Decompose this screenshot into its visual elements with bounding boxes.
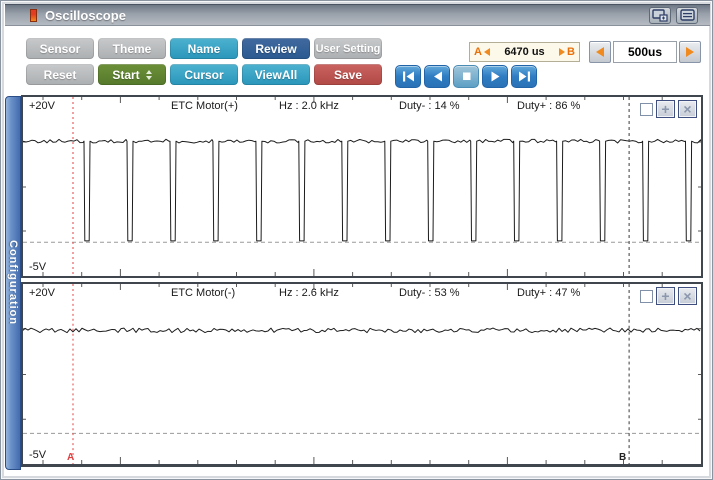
channel-2-vtop-label: +20V <box>29 287 55 299</box>
channel-1-close-button[interactable]: × <box>678 100 697 118</box>
tile-windows-button[interactable] <box>676 6 698 24</box>
titlebar-buttons <box>649 6 698 24</box>
right-arrow-icon <box>686 47 694 57</box>
skip-to-end-button[interactable] <box>511 65 537 88</box>
channel-2-name-label: ETC Motor(-) <box>171 287 236 299</box>
tile-windows-icon <box>679 9 695 21</box>
channel-2-plot[interactable] <box>23 284 701 464</box>
step-back-button[interactable] <box>424 65 450 88</box>
channel-1-controls: + × <box>640 100 697 118</box>
stop-icon <box>462 72 470 80</box>
ab-interval-readout: A 6470 us B <box>469 42 580 62</box>
channel-2-duty-minus-label: Duty- : 53 % <box>399 287 460 299</box>
channel-1-vtop-label: +20V <box>29 100 55 112</box>
configuration-tab[interactable]: Configuration <box>5 96 21 470</box>
cursor-button[interactable]: Cursor <box>170 64 238 85</box>
right-arrow-icon <box>559 48 566 56</box>
channel-1-plot[interactable] <box>23 97 701 276</box>
theme-button[interactable]: Theme <box>98 38 166 59</box>
skip-to-end-icon <box>518 71 530 82</box>
channel-1-duty-plus-label: Duty+ : 86 % <box>517 100 581 112</box>
play-icon <box>491 71 499 82</box>
reset-button[interactable]: Reset <box>26 64 94 85</box>
new-window-icon <box>652 8 668 22</box>
viewall-button[interactable]: ViewAll <box>242 64 310 85</box>
channel-2-checkbox[interactable] <box>640 289 653 303</box>
cursor-a-marker[interactable]: A <box>67 452 74 463</box>
cursor-b-label: B <box>567 46 575 58</box>
channel-1-zoom-in-button[interactable]: + <box>656 100 675 118</box>
left-arrow-icon <box>483 48 490 56</box>
channel-1-panel: +20V ETC Motor(+) Hz : 2.0 kHz Duty- : 1… <box>21 95 703 278</box>
channel-1-name-label: ETC Motor(+) <box>171 100 238 112</box>
channel-1-duty-minus-label: Duty- : 14 % <box>399 100 460 112</box>
oscilloscope-window: Oscilloscope Sensor Theme Name Review Us… <box>0 0 713 480</box>
ab-interval-value: 6470 us <box>504 46 545 58</box>
skip-to-start-icon <box>402 71 414 82</box>
play-button[interactable] <box>482 65 508 88</box>
cursor-b-marker[interactable]: B <box>619 452 626 463</box>
new-window-button[interactable] <box>649 6 671 24</box>
timebase-value[interactable]: 500us <box>613 41 677 63</box>
stop-button[interactable] <box>453 65 479 88</box>
channel-1-frequency-label: Hz : 2.0 kHz <box>279 100 339 112</box>
titlebar: Oscilloscope <box>5 4 710 26</box>
save-button[interactable]: Save <box>314 64 382 85</box>
window-title: Oscilloscope <box>45 7 126 23</box>
step-back-icon <box>433 71 442 82</box>
spinner-arrows-icon <box>145 69 152 80</box>
timebase-decrease-button[interactable] <box>589 41 611 63</box>
start-button[interactable]: Start <box>98 64 166 85</box>
channel-2-vbottom-label: -5V <box>29 449 47 461</box>
app-icon <box>30 8 37 22</box>
review-button[interactable]: Review <box>242 38 310 59</box>
name-button[interactable]: Name <box>170 38 238 59</box>
channel-1-checkbox[interactable] <box>640 102 653 116</box>
channel-2-controls: + × <box>640 287 697 305</box>
skip-to-start-button[interactable] <box>395 65 421 88</box>
channel-2-frequency-label: Hz : 2.6 kHz <box>279 287 339 299</box>
cursor-a-label: A <box>474 46 482 58</box>
channel-2-panel: +20V ETC Motor(-) Hz : 2.6 kHz Duty- : 5… <box>21 282 703 467</box>
configuration-tab-label: Configuration <box>7 240 19 326</box>
left-arrow-icon <box>596 47 604 57</box>
sensor-button[interactable]: Sensor <box>26 38 94 59</box>
channel-2-zoom-in-button[interactable]: + <box>656 287 675 305</box>
channel-1-vbottom-label: -5V <box>29 261 47 273</box>
channel-2-close-button[interactable]: × <box>678 287 697 305</box>
timebase-increase-button[interactable] <box>679 41 701 63</box>
channel-2-duty-plus-label: Duty+ : 47 % <box>517 287 581 299</box>
user-setting-button[interactable]: User Setting <box>314 38 382 59</box>
